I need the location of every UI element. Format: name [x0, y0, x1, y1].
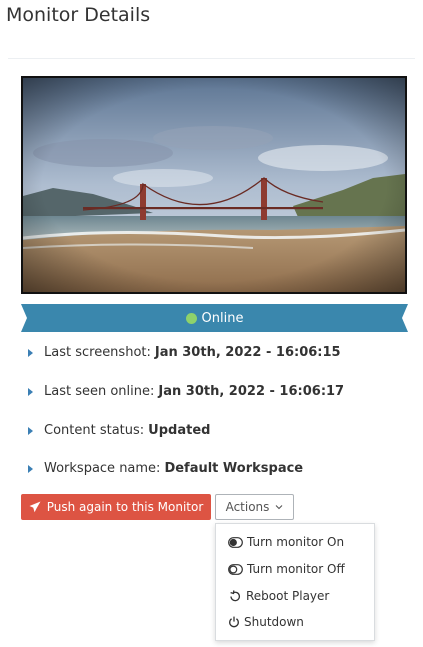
- title-divider: [8, 58, 415, 59]
- toggle-on-icon: [228, 536, 243, 548]
- actions-dropdown-menu: Turn monitor On Turn monitor Off Reboot …: [215, 523, 375, 641]
- info-value: Jan 30th, 2022 - 16:06:15: [154, 345, 341, 360]
- info-workspace-name: Workspace name: Default Workspace: [24, 461, 303, 476]
- monitor-screenshot: [21, 76, 407, 294]
- menu-item-shutdown[interactable]: Shutdown: [228, 615, 304, 629]
- info-value: Jan 30th, 2022 - 16:06:17: [158, 384, 345, 399]
- toggle-off-icon: [228, 563, 243, 575]
- info-last-seen-online: Last seen online: Jan 30th, 2022 - 16:06…: [24, 384, 344, 399]
- menu-item-label: Shutdown: [244, 615, 304, 629]
- caret-right-icon: [28, 348, 33, 357]
- info-last-screenshot: Last screenshot: Jan 30th, 2022 - 16:06:…: [24, 345, 341, 360]
- caret-right-icon: [28, 426, 33, 435]
- status-ribbon: Online: [21, 304, 408, 332]
- menu-item-label: Reboot Player: [246, 589, 330, 603]
- paper-plane-icon: [29, 501, 41, 513]
- info-label: Workspace name:: [44, 461, 161, 476]
- reboot-icon: [230, 589, 241, 601]
- page-title: Monitor Details: [6, 4, 151, 26]
- power-icon: [229, 616, 239, 628]
- caret-right-icon: [28, 464, 33, 473]
- info-value: Default Workspace: [164, 461, 304, 476]
- menu-item-label: Turn monitor Off: [247, 562, 345, 576]
- info-label: Content status:: [44, 423, 145, 438]
- menu-item-label: Turn monitor On: [247, 535, 345, 549]
- status-online-dot-icon: [185, 312, 197, 324]
- info-content-status: Content status: Updated: [24, 423, 210, 438]
- actions-dropdown-button[interactable]: Actions: [215, 494, 294, 520]
- push-again-label: Push again to this Monitor: [46, 500, 204, 514]
- status-label: Online: [201, 310, 244, 326]
- menu-item-turn-monitor-off[interactable]: Turn monitor Off: [228, 562, 345, 576]
- push-again-button[interactable]: Push again to this Monitor: [21, 494, 211, 520]
- chevron-down-icon: [276, 505, 283, 510]
- info-label: Last screenshot:: [44, 345, 151, 360]
- screenshot-image: [23, 78, 405, 292]
- menu-item-reboot-player[interactable]: Reboot Player: [228, 589, 329, 603]
- info-label: Last seen online:: [44, 384, 155, 399]
- caret-right-icon: [28, 387, 33, 396]
- actions-label: Actions: [225, 500, 270, 514]
- menu-item-turn-monitor-on[interactable]: Turn monitor On: [228, 535, 344, 549]
- info-value: Updated: [148, 423, 211, 438]
